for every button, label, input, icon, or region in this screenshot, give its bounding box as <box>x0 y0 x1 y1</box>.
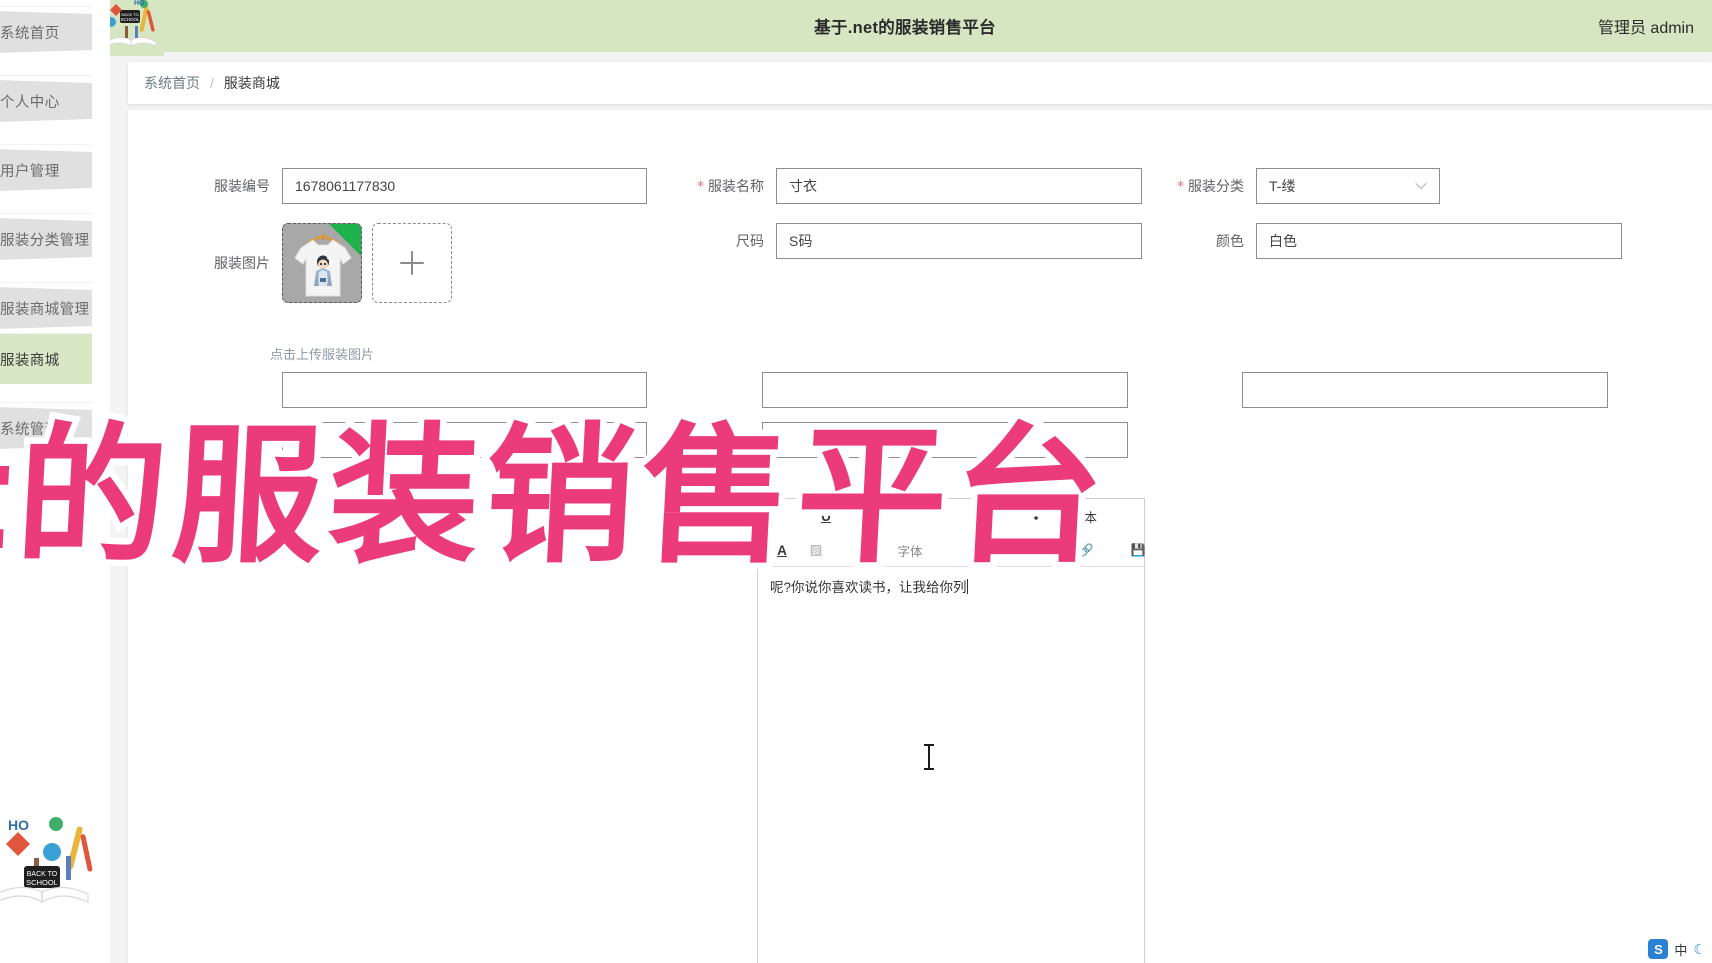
clear-format-icon[interactable]: Tx <box>1024 539 1044 561</box>
input-row3-field3[interactable] <box>1242 372 1608 408</box>
upload-list <box>282 223 452 303</box>
field-clothing-image: 服装图片 <box>200 223 452 303</box>
input-clothing-color[interactable]: 白色 <box>1256 223 1622 259</box>
select-clothing-category[interactable]: T-缕 <box>1256 168 1440 204</box>
font-size-stepper-icon[interactable]: ⬍ <box>1026 505 1046 527</box>
underline-icon[interactable]: U <box>816 505 836 527</box>
chevron-down-icon <box>1415 169 1427 203</box>
svg-text:HO: HO <box>134 0 145 7</box>
text-caret <box>966 579 968 594</box>
rich-text-editor[interactable]: U H₂ ⬍ 文本 A ▨ 标准 字体 ≡ Tx 🔗 💾 呢?你说你喜欢读书，让… <box>757 498 1145 963</box>
main-content-area: 系统首页 / 服装商城 服装编号 1678061177830 * 服装名称 寸衣 … <box>98 52 1712 963</box>
required-star-name: * <box>697 179 704 195</box>
add-image-button[interactable] <box>372 223 452 303</box>
svg-text:SCHOOL: SCHOOL <box>26 878 58 887</box>
page-title: 基于.net的服装销售平台 <box>814 19 996 37</box>
sidebar-logo-icon: HO BACK TO SCHOOL <box>0 808 110 918</box>
breadcrumb: 系统首页 / 服装商城 <box>128 62 1712 104</box>
input-clothing-name[interactable]: 寸衣 <box>776 168 1142 204</box>
moon-icon[interactable]: ☾ <box>1693 941 1706 958</box>
input-clothing-code[interactable]: 1678061177830 <box>282 168 647 204</box>
sogou-logo-icon: S <box>1648 939 1669 959</box>
subscript-icon[interactable]: H₂ <box>978 505 998 527</box>
sidebar-item-profile[interactable]: 个人中心 <box>0 75 92 126</box>
sidebar-item-category-management-label: 服装分类管理 <box>0 232 90 249</box>
form-row-3 <box>128 372 1712 408</box>
clothing-form-card: 服装编号 1678061177830 *服装名称 寸衣 *服装分类 T-缕 <box>128 110 1712 963</box>
app-root: 系统首页 / 服装商城 服装编号 1678061177830 * 服装名称 寸衣 … <box>0 0 1712 963</box>
sidebar-item-mall-management-label: 服装商城管理 <box>0 301 90 318</box>
sidebar-item-home[interactable]: 系统首页 <box>0 6 92 57</box>
required-star-category: * <box>1177 179 1184 195</box>
app-header: BACK TO SCHOOL HO 基于.net的服装销售平台 管理员 admi… <box>98 0 1712 56</box>
sidebar-item-mall[interactable]: 服装商城 <box>0 333 92 384</box>
input-row4-field2[interactable] <box>762 422 1128 458</box>
background-color-icon[interactable]: ▨ <box>806 539 826 561</box>
sidebar-item-category-management[interactable]: 服装分类管理 <box>0 213 92 264</box>
editor-content-area[interactable]: 呢?你说你喜欢读书，让我给你列 <box>758 567 1144 609</box>
save-icon[interactable]: 💾 <box>1128 539 1148 561</box>
sidebar-item-home-label: 系统首页 <box>0 25 60 42</box>
sidebar: 系统首页 个人中心 用户管理 服装分类管理 服装商城管理 服装商城 系统管理 H… <box>0 0 110 963</box>
editor-toolbar: U H₂ ⬍ 文本 A ▨ 标准 字体 ≡ Tx 🔗 💾 <box>758 499 1145 567</box>
sidebar-item-system-management-label: 系统管理 <box>0 421 60 438</box>
font-color-icon[interactable]: A <box>772 539 792 561</box>
mouse-ibeam-cursor <box>924 744 934 770</box>
sidebar-item-mall-label: 服装商城 <box>0 352 60 369</box>
editor-content-text: 呢?你说你喜欢读书，让我给你列 <box>770 580 967 595</box>
label-clothing-category: * 服装分类 <box>1177 178 1244 195</box>
label-clothing-size: 尺码 <box>736 233 764 249</box>
label-clothing-code: 服装编号 <box>214 178 270 194</box>
sidebar-item-profile-label: 个人中心 <box>0 94 60 111</box>
ime-mode-label[interactable]: 中 <box>1674 940 1687 959</box>
form-row-1: 服装编号 1678061177830 * 服装名称 寸衣 * 服装分类 T-缕 <box>128 168 1712 204</box>
editor-toolbar-row-1: U H₂ ⬍ 文本 <box>758 499 1144 533</box>
form-row-4 <box>128 422 1712 458</box>
insert-link-icon[interactable]: 🔗 <box>1076 539 1096 561</box>
paragraph-format-label[interactable]: 标准 <box>856 539 881 561</box>
input-row3-field1[interactable] <box>282 372 647 408</box>
upload-tip-text: 点击上传服装图片 <box>270 347 375 362</box>
sidebar-item-mall-management[interactable]: 服装商城管理 <box>0 282 92 333</box>
field-clothing-name: * 服装名称 寸衣 <box>680 168 1142 205</box>
sidebar-item-user-management-label: 用户管理 <box>0 163 60 180</box>
align-icon[interactable]: ≡ <box>968 539 988 561</box>
field-clothing-size: 尺码 S码 <box>680 223 1142 259</box>
sidebar-item-system-management[interactable]: 系统管理 <box>0 402 92 453</box>
editor-toolbar-row-2: A ▨ 标准 字体 ≡ Tx 🔗 💾 <box>758 533 1145 567</box>
input-row4-field1[interactable] <box>282 422 647 458</box>
field-clothing-category: * 服装分类 T-缕 <box>1160 168 1440 205</box>
label-clothing-image: 服装图片 <box>214 255 270 271</box>
label-clothing-color: 颜色 <box>1216 233 1244 249</box>
uploaded-image-thumbnail[interactable] <box>282 223 362 303</box>
current-user[interactable]: 管理员 admin <box>1598 14 1694 38</box>
sidebar-item-user-management[interactable]: 用户管理 <box>0 144 92 195</box>
plus-icon <box>400 251 424 275</box>
breadcrumb-separator: / <box>210 75 214 91</box>
tshirt-image <box>294 234 352 297</box>
field-clothing-color: 颜色 白色 <box>1160 223 1622 259</box>
breadcrumb-current: 服装商城 <box>223 75 280 91</box>
svg-text:BACK TO: BACK TO <box>27 871 58 878</box>
input-row3-field2[interactable] <box>762 372 1128 408</box>
select-clothing-category-value: T-缕 <box>1269 178 1296 194</box>
field-clothing-code: 服装编号 1678061177830 <box>200 168 647 204</box>
text-style-label[interactable]: 文本 <box>1072 505 1097 527</box>
breadcrumb-home[interactable]: 系统首页 <box>144 73 200 93</box>
font-family-label[interactable]: 字体 <box>898 539 923 561</box>
ime-indicator[interactable]: S 中 ☾ <box>1648 939 1706 959</box>
svg-text:HO: HO <box>8 817 29 833</box>
input-clothing-size[interactable]: S码 <box>776 223 1142 259</box>
label-clothing-name: * 服装名称 <box>697 178 764 195</box>
